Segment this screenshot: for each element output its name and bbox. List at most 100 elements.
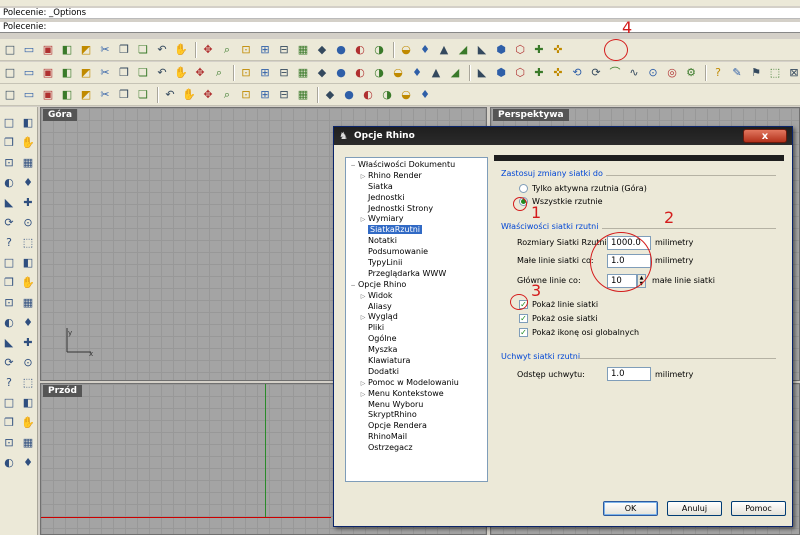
- polygon-icon[interactable]: ⟳: [0, 213, 18, 232]
- material-sphere-icon[interactable]: ▲: [436, 42, 452, 58]
- spline-icon[interactable]: ✚: [19, 193, 37, 212]
- mesh-icon[interactable]: ✋: [173, 65, 189, 81]
- viewport-label-front[interactable]: Przód: [43, 385, 82, 397]
- extrude-icon[interactable]: ❐: [116, 65, 132, 81]
- hatch-icon[interactable]: ◩: [78, 87, 94, 103]
- cage-icon[interactable]: ✋: [181, 87, 197, 103]
- arc-icon[interactable]: ◐: [0, 173, 18, 192]
- pan-hand-icon[interactable]: ✋: [173, 42, 189, 58]
- record-icon[interactable]: ?: [710, 65, 726, 81]
- sphere-icon[interactable]: ⬚: [19, 233, 37, 252]
- arc-icon[interactable]: □: [2, 87, 18, 103]
- tree-item[interactable]: TypyLinii: [348, 258, 487, 269]
- polyline-icon[interactable]: ❐: [0, 133, 18, 152]
- point-cloud-icon[interactable]: ✋: [19, 133, 37, 152]
- import-icon[interactable]: ◩: [78, 42, 94, 58]
- curv-graph-icon[interactable]: ●: [341, 87, 357, 103]
- snap-spacing-input[interactable]: 1.0: [607, 367, 651, 381]
- spline-icon[interactable]: ▭: [21, 87, 37, 103]
- paste-icon[interactable]: ❏: [135, 42, 151, 58]
- edit-points-icon[interactable]: ✥: [200, 87, 216, 103]
- transform-icon[interactable]: ✥: [192, 65, 208, 81]
- torus-icon[interactable]: ❐: [0, 273, 18, 292]
- zoom-icon[interactable]: ⌕: [219, 42, 235, 58]
- ball-icon[interactable]: ◣: [474, 42, 490, 58]
- project-icon[interactable]: ◑: [371, 65, 387, 81]
- chamfer-icon[interactable]: ✚: [19, 333, 37, 352]
- car-render-icon[interactable]: ◆: [314, 42, 330, 58]
- boolean-icon[interactable]: ❏: [135, 65, 151, 81]
- mesh-icon[interactable]: ✋: [19, 273, 37, 292]
- split-icon[interactable]: ⊟: [276, 65, 292, 81]
- zoom-window-icon[interactable]: ⊡: [238, 42, 254, 58]
- fillet-edge-icon[interactable]: ◣: [0, 333, 18, 352]
- analyze-icon[interactable]: ♦: [409, 65, 425, 81]
- layer-icon[interactable]: ⬡: [512, 65, 528, 81]
- show-grid-lines-checkbox[interactable]: ✓ Pokaż linie siatki: [519, 300, 598, 309]
- block-icon[interactable]: ◣: [474, 65, 490, 81]
- tree-item[interactable]: Notatki: [348, 236, 487, 247]
- vertical-dim-icon[interactable]: ◐: [0, 453, 18, 472]
- cancel-button[interactable]: Anuluj: [667, 501, 722, 516]
- tree-item[interactable]: Ogólne: [348, 334, 487, 345]
- show-world-axes-checkbox[interactable]: ✓ Pokaż ikonę osi globalnych: [519, 328, 639, 337]
- command-prompt[interactable]: Polecenie:: [0, 22, 800, 33]
- help-icon[interactable]: ✜: [550, 42, 566, 58]
- tree-item[interactable]: − Opcje Rhino: [348, 280, 487, 291]
- chamfer-icon[interactable]: ●: [333, 65, 349, 81]
- tree-item[interactable]: Podsumowanie: [348, 247, 487, 258]
- fillet-icon[interactable]: ◆: [314, 65, 330, 81]
- knot-icon[interactable]: ⊡: [238, 87, 254, 103]
- cplane-icon[interactable]: ⌒: [607, 65, 623, 81]
- dimension-object-icon[interactable]: ✋: [19, 413, 37, 432]
- properties-icon[interactable]: ✚: [531, 42, 547, 58]
- tree-item[interactable]: Przeglądarka WWW: [348, 269, 487, 280]
- area-icon[interactable]: ◒: [398, 87, 414, 103]
- sketch-icon[interactable]: ◧: [59, 87, 75, 103]
- new-file-icon[interactable]: □: [2, 42, 18, 58]
- planar-icon[interactable]: ◎: [664, 65, 680, 81]
- volume-icon[interactable]: ◑: [379, 87, 395, 103]
- network-icon[interactable]: □: [0, 393, 18, 412]
- cylinder-icon[interactable]: ◧: [19, 253, 37, 272]
- ok-button[interactable]: OK: [603, 501, 658, 516]
- menu-bar[interactable]: [0, 0, 800, 6]
- tree-item[interactable]: Opcje Rendera: [348, 421, 487, 432]
- snap-icon[interactable]: ∿: [626, 65, 642, 81]
- tree-item[interactable]: Menu Wyboru: [348, 400, 487, 411]
- tree-item[interactable]: SiatkaRzutni: [348, 225, 487, 236]
- circle-2-icon[interactable]: ♦: [19, 173, 37, 192]
- save-icon[interactable]: ▣: [40, 42, 56, 58]
- lock-icon[interactable]: ⟲: [569, 65, 585, 81]
- render-mesh-icon[interactable]: ⬚: [767, 65, 783, 81]
- tree-item[interactable]: − Właściwości Dokumentu: [348, 160, 487, 171]
- tree-item[interactable]: SkryptRhino: [348, 410, 487, 421]
- connect-icon[interactable]: ↶: [162, 87, 178, 103]
- dialog-titlebar[interactable]: ♞ Opcje Rhino: [334, 127, 792, 145]
- grid-4-view-icon[interactable]: ▦: [295, 42, 311, 58]
- loft-icon[interactable]: ?: [0, 373, 18, 392]
- pipe-icon[interactable]: ◒: [390, 65, 406, 81]
- trim-surface-icon[interactable]: ◧: [19, 393, 37, 412]
- mass-icon[interactable]: ♦: [417, 87, 433, 103]
- materials-icon[interactable]: ⊠: [786, 65, 800, 81]
- close-button[interactable]: x: [743, 129, 787, 143]
- polygon-icon[interactable]: ▣: [40, 65, 56, 81]
- sweep-icon[interactable]: ⬚: [19, 373, 37, 392]
- control-points-icon[interactable]: ⌕: [219, 87, 235, 103]
- gumball-icon[interactable]: ▦: [19, 433, 37, 452]
- undo-icon[interactable]: ↶: [154, 42, 170, 58]
- zebra-icon[interactable]: ⊟: [276, 87, 292, 103]
- cap-icon[interactable]: ⊙: [19, 353, 37, 372]
- trim-icon[interactable]: ⊞: [257, 65, 273, 81]
- cube-icon[interactable]: ❐: [116, 87, 132, 103]
- tree-item[interactable]: ▷ Widok: [348, 291, 487, 302]
- ellipse-icon[interactable]: ▦: [19, 153, 37, 172]
- surface-box-icon[interactable]: ♦: [19, 453, 37, 472]
- rectangle-icon[interactable]: ◣: [0, 193, 18, 212]
- tree-item[interactable]: Pliki: [348, 323, 487, 334]
- viewport-label-perspective[interactable]: Perspektywa: [493, 109, 569, 121]
- zoom-selected-icon[interactable]: ⊟: [276, 42, 292, 58]
- point-icon[interactable]: ◧: [19, 113, 37, 132]
- deviation-icon[interactable]: ◐: [360, 87, 376, 103]
